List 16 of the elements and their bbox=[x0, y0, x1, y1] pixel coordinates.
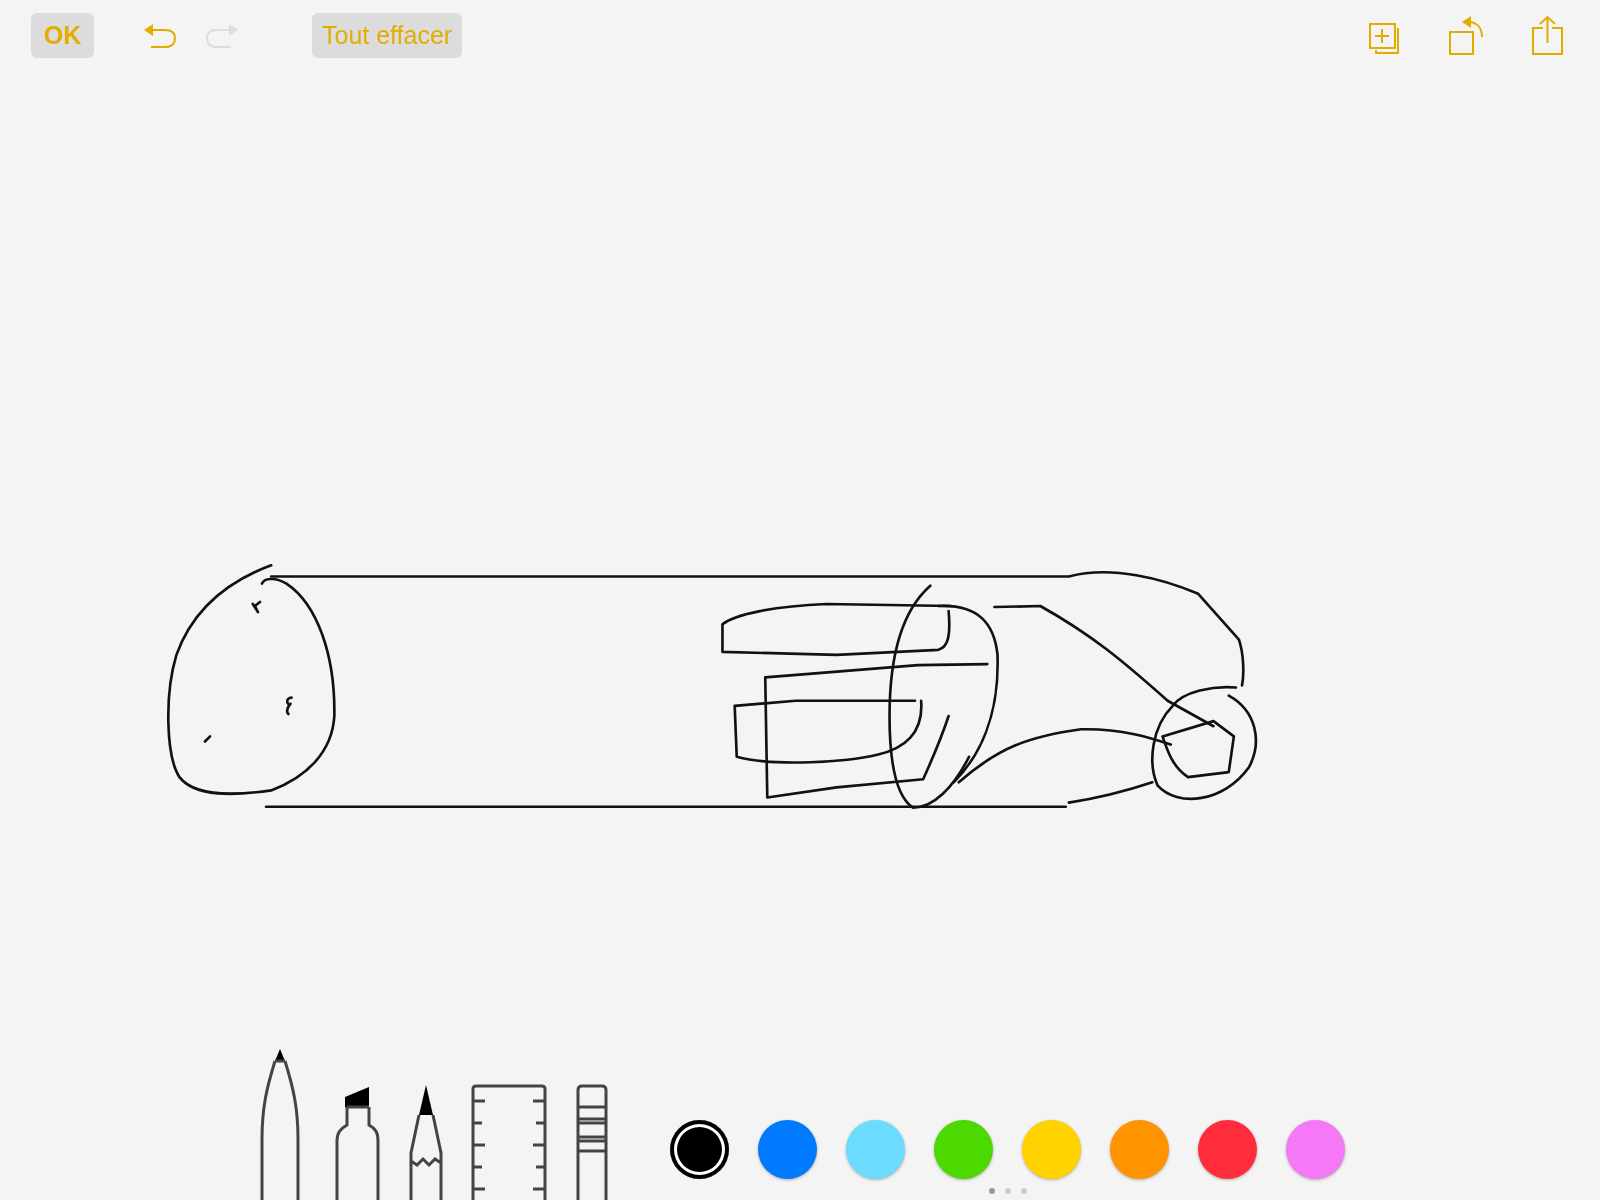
color-swatch[interactable] bbox=[1022, 1120, 1081, 1179]
color-swatch[interactable] bbox=[934, 1120, 993, 1179]
rotate-icon[interactable] bbox=[1448, 15, 1484, 55]
color-swatch[interactable] bbox=[1198, 1120, 1257, 1179]
color-swatch[interactable] bbox=[758, 1120, 817, 1179]
color-swatch[interactable] bbox=[1286, 1120, 1345, 1179]
ruler-icon[interactable] bbox=[470, 1083, 548, 1200]
color-swatch[interactable] bbox=[1110, 1120, 1169, 1179]
share-icon[interactable] bbox=[1530, 15, 1566, 55]
eraser-icon[interactable] bbox=[574, 1083, 610, 1200]
color-swatch[interactable] bbox=[846, 1120, 905, 1179]
page-indicator-dot[interactable] bbox=[988, 1188, 995, 1194]
page-indicator-dot[interactable] bbox=[1020, 1188, 1027, 1194]
clear-all-button[interactable]: Tout effacer bbox=[312, 12, 463, 58]
page-indicator-dot[interactable] bbox=[1004, 1188, 1011, 1194]
done-button[interactable]: OK bbox=[31, 12, 94, 58]
